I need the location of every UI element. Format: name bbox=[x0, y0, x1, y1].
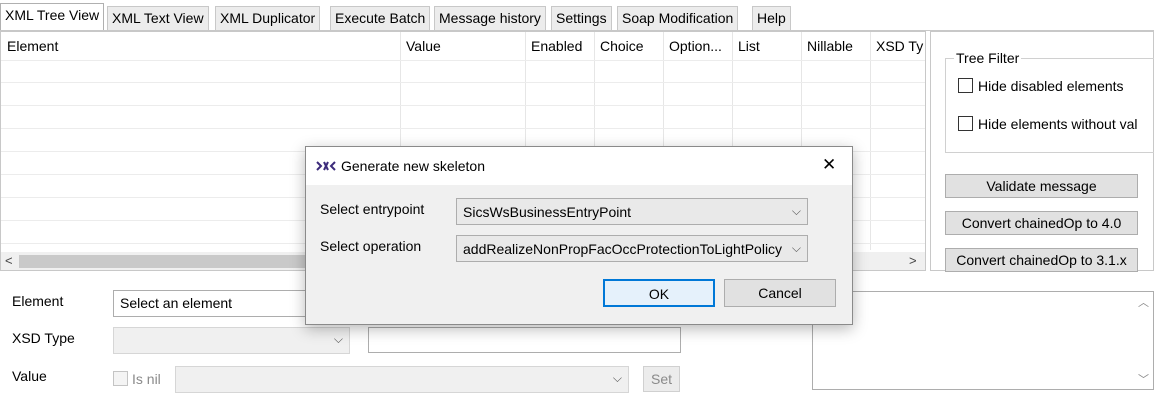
generate-skeleton-dialog: Generate new skeleton ✕ Select entrypoin… bbox=[305, 146, 853, 325]
xsd-type-select[interactable]: ⌵ bbox=[113, 327, 350, 354]
tree-filter-title: Tree Filter bbox=[954, 50, 1022, 66]
column-header-xsd-type[interactable]: XSD Ty bbox=[876, 38, 924, 54]
scroll-right-icon[interactable]: > bbox=[909, 253, 917, 268]
entrypoint-select[interactable]: SicsWsBusinessEntryPoint ⌵ bbox=[456, 198, 808, 225]
validate-message-button[interactable]: Validate message bbox=[945, 174, 1138, 198]
scroll-up-icon[interactable]: ︿ bbox=[1138, 294, 1149, 310]
value-text-area[interactable]: ︿ ﹀ bbox=[812, 291, 1154, 390]
dialog-title: Generate new skeleton bbox=[341, 158, 485, 174]
tab-message-history[interactable]: Message history bbox=[434, 6, 546, 30]
is-nil-checkbox[interactable] bbox=[113, 371, 128, 386]
column-header-element[interactable]: Element bbox=[7, 38, 397, 54]
value-select[interactable]: ⌵ bbox=[175, 366, 629, 393]
scroll-left-icon[interactable]: < bbox=[5, 253, 13, 268]
tab-xml-tree-view[interactable]: XML Tree View bbox=[0, 3, 105, 31]
column-divider bbox=[870, 32, 871, 250]
column-header-optional[interactable]: Option... bbox=[669, 38, 731, 54]
tab-execute-batch[interactable]: Execute Batch bbox=[330, 6, 431, 30]
table-row bbox=[1, 128, 925, 129]
convert-chainedop-40-button[interactable]: Convert chainedOp to 4.0 bbox=[945, 211, 1138, 235]
table-row bbox=[1, 105, 925, 106]
tab-xml-text-view[interactable]: XML Text View bbox=[107, 6, 209, 30]
table-row bbox=[1, 60, 925, 61]
close-icon[interactable]: ✕ bbox=[822, 155, 836, 175]
operation-select[interactable]: addRealizeNonPropFacOccProtectionToLight… bbox=[456, 235, 808, 262]
hide-disabled-checkbox[interactable] bbox=[958, 78, 973, 93]
table-row bbox=[1, 82, 925, 83]
column-header-list[interactable]: List bbox=[738, 38, 800, 54]
column-header-enabled[interactable]: Enabled bbox=[531, 38, 591, 54]
hide-without-value-label: Hide elements without val bbox=[978, 116, 1138, 132]
right-panel: Tree Filter Hide disabled elements Hide … bbox=[930, 31, 1154, 272]
dialog-title-bar: Generate new skeleton ✕ bbox=[306, 147, 852, 185]
chevron-down-icon: ⌵ bbox=[333, 332, 343, 346]
operation-label: Select operation bbox=[320, 238, 422, 254]
column-header-choice[interactable]: Choice bbox=[600, 38, 658, 54]
chevron-down-icon: ⌵ bbox=[787, 241, 801, 256]
app-logo-icon bbox=[316, 159, 336, 175]
xsd-type-detail-field[interactable] bbox=[368, 327, 681, 353]
hide-without-value-checkbox[interactable] bbox=[958, 116, 973, 131]
column-header-value[interactable]: Value bbox=[406, 38, 524, 54]
tab-settings[interactable]: Settings bbox=[551, 6, 612, 30]
tree-filter-group: Tree Filter Hide disabled elements Hide … bbox=[945, 50, 1154, 153]
chevron-down-icon: ⌵ bbox=[787, 204, 801, 219]
xsd-type-label: XSD Type bbox=[12, 330, 75, 346]
hide-disabled-label: Hide disabled elements bbox=[978, 78, 1124, 94]
scrollbar-thumb[interactable] bbox=[19, 255, 319, 268]
scroll-down-icon[interactable]: ﹀ bbox=[1138, 371, 1149, 387]
tab-help[interactable]: Help bbox=[752, 6, 791, 30]
is-nil-label: Is nil bbox=[132, 371, 161, 387]
entrypoint-label: Select entrypoint bbox=[320, 201, 425, 217]
convert-chainedop-31x-button[interactable]: Convert chainedOp to 3.1.x bbox=[945, 248, 1138, 272]
value-label: Value bbox=[12, 368, 47, 384]
column-header-nillable[interactable]: Nillable bbox=[807, 38, 869, 54]
tab-xml-duplicator[interactable]: XML Duplicator bbox=[215, 6, 321, 30]
tab-soap-modification[interactable]: Soap Modification bbox=[617, 6, 739, 30]
cancel-button[interactable]: Cancel bbox=[724, 279, 836, 307]
set-button[interactable]: Set bbox=[643, 366, 680, 392]
chevron-down-icon: ⌵ bbox=[612, 371, 622, 385]
element-label: Element bbox=[12, 293, 64, 309]
ok-button[interactable]: OK bbox=[603, 279, 715, 307]
